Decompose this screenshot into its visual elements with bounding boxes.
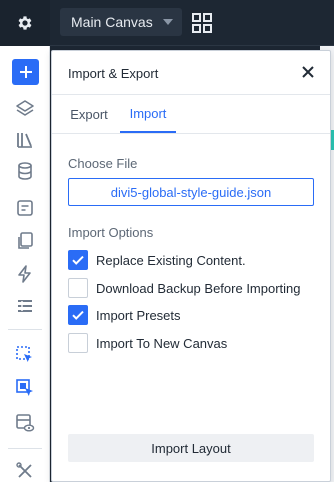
sidebar-item-multi-select[interactable] [14,377,36,399]
close-icon [302,66,314,78]
option-label: Replace Existing Content. [96,252,246,268]
plus-icon [19,66,32,78]
option-label: Download Backup Before Importing [96,280,301,296]
top-bar: Main Canvas [0,0,334,46]
file-picker[interactable]: divi5-global-style-guide.json [68,178,314,206]
list-icon [18,300,32,312]
option-import-presets[interactable]: Import Presets [68,305,181,325]
tab-export[interactable]: Export [68,95,110,133]
tools-icon [16,462,32,478]
checkmark-icon [72,255,84,265]
checkbox-unchecked[interactable] [68,278,88,298]
library-icon [17,133,32,148]
add-button[interactable] [12,59,39,85]
sidebar-item-preview[interactable] [14,412,36,434]
option-label: Import To New Canvas [96,335,228,351]
sidebar-item-library[interactable] [14,129,36,151]
checkmark-icon [72,310,84,320]
import-layout-button[interactable]: Import Layout [68,434,314,462]
modal-title: Import & Export [68,66,159,81]
sidebar-item-copy[interactable] [14,230,36,252]
sidebar-item-database[interactable] [14,160,36,182]
grid-view-button[interactable] [192,13,212,33]
import-export-modal: Import & Export Export Import Choose Fil… [51,50,331,482]
sidebar-item-tools[interactable] [14,460,36,482]
sidebar-item-page-settings[interactable] [14,197,36,219]
sidebar-divider [8,329,42,330]
sidebar-item-layers[interactable] [14,98,36,120]
modal-header: Import & Export [52,51,330,95]
option-replace-existing-content[interactable]: Replace Existing Content. [68,250,246,270]
cursor-select-icon [16,346,32,362]
close-button[interactable] [300,64,316,80]
choose-file-label: Choose File [68,156,138,171]
preview-icon [16,414,35,432]
sidebar-item-select[interactable] [14,344,36,366]
grid-icon [192,13,212,33]
layers-icon [16,100,34,116]
settings-panel-icon [17,200,33,216]
import-options-label: Import Options [68,225,154,240]
sidebar-divider [8,448,42,449]
checkbox-checked[interactable] [68,305,88,325]
settings-button[interactable] [0,0,50,46]
sidebar-item-list[interactable] [14,295,36,317]
checkbox-checked[interactable] [68,250,88,270]
modal-tabs: Export Import [52,95,330,134]
multi-select-icon [16,379,33,396]
left-sidebar [0,46,50,482]
option-import-to-new-canvas[interactable]: Import To New Canvas [68,333,227,353]
canvas-select[interactable]: Main Canvas [60,8,182,36]
option-label: Import Presets [96,307,181,323]
chevron-down-icon [163,19,173,25]
copy-icon [18,232,33,249]
sidebar-item-power[interactable] [14,263,36,285]
lightning-icon [18,265,31,283]
checkbox-unchecked[interactable] [68,333,88,353]
gear-icon [18,16,32,30]
database-icon [18,162,32,180]
tab-import[interactable]: Import [120,95,176,133]
canvas-select-value: Main Canvas [71,14,153,30]
option-download-backup[interactable]: Download Backup Before Importing [68,278,301,298]
